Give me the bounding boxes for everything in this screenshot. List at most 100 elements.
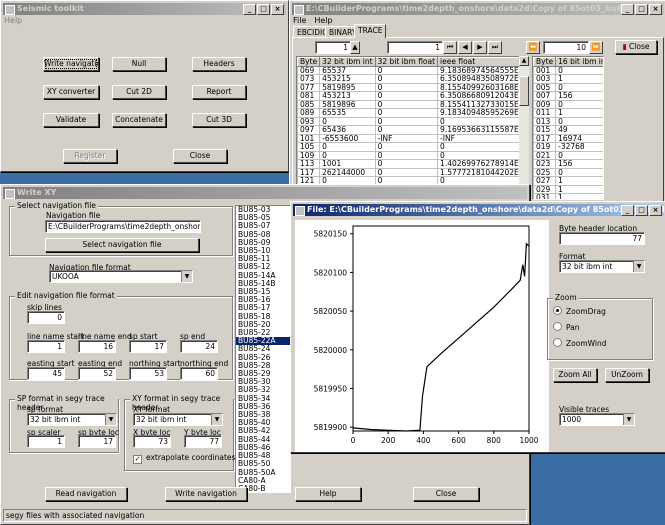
table-row[interactable]: 019 -32768 — [533, 142, 603, 152]
zoom-drag-radio[interactable]: ZoomDrag — [553, 306, 606, 316]
prev-range-icon[interactable]: ⏪ — [526, 41, 540, 54]
first-trace-icon[interactable]: ⏮ — [443, 41, 457, 54]
next-trace-icon[interactable]: ▶ — [473, 41, 487, 54]
toolkit-titlebar[interactable]: Seismic toolkit _ □ × — [3, 3, 286, 15]
minimize-icon[interactable]: _ — [621, 4, 634, 15]
chevron-down-icon[interactable]: ▼ — [633, 261, 644, 272]
plot-titlebar[interactable]: File: E:\CBuilderPrograms\time2depth_ons… — [293, 204, 664, 216]
write-navigation-button[interactable]: Write navigation — [43, 57, 99, 71]
report-button[interactable]: Report — [192, 85, 246, 99]
sp-format-select[interactable]: 32 bit ibm int ▼ — [27, 413, 117, 426]
prev-trace-icon[interactable]: ◀ — [458, 41, 472, 54]
segy-close-button[interactable]: ▮ Close — [615, 40, 657, 54]
cut-3d-button[interactable]: Cut 3D — [192, 113, 246, 127]
writexy-titlebar[interactable]: Write XY — [3, 187, 527, 199]
chevron-down-icon[interactable]: ▼ — [105, 414, 116, 425]
concatenate-button[interactable]: Concatenate — [112, 113, 166, 127]
xy-converter-button[interactable]: XY converter — [43, 85, 99, 99]
table-row[interactable]: 113100101.40269976278914E-42 — [297, 159, 519, 169]
sp-byte-loc-field[interactable]: 17 — [78, 435, 116, 448]
table-row[interactable]: 0976543609.16953663115587E-41 — [297, 125, 519, 135]
col-32bit-float[interactable]: 32 bit ibm float — [374, 57, 439, 67]
zoom-wind-radio[interactable]: ZoomWind — [553, 338, 606, 348]
trace-header-plot[interactable]: 0 200 400 600 800 1000 5819900 5819950 5820000 58… — [295, 220, 549, 452]
close-icon[interactable]: × — [271, 4, 284, 15]
writexy-close-button[interactable]: Close — [413, 487, 479, 501]
trace-index-field[interactable]: 1 — [387, 41, 443, 54]
table-row[interactable]: 011 1 — [533, 108, 603, 118]
col-32bit-int[interactable]: 32 bit ibm int — [319, 57, 376, 67]
last-trace-icon[interactable]: ⏭ — [488, 41, 502, 54]
chevron-down-icon[interactable]: ▼ — [623, 414, 634, 425]
zoom-all-button[interactable]: Zoom All — [553, 368, 597, 382]
pan-radio[interactable]: Pan — [553, 322, 580, 332]
maximize-icon[interactable]: □ — [635, 205, 648, 216]
northing-start-field[interactable]: 53 — [129, 367, 167, 380]
sp-start-field[interactable]: 17 — [129, 340, 167, 353]
northing-end-field[interactable]: 60 — [180, 367, 218, 380]
table-row[interactable]: 003 1 — [533, 74, 603, 84]
nav-format-select[interactable]: UKOOA ▼ — [49, 270, 193, 283]
menu-help[interactable]: Help — [4, 16, 22, 25]
close-icon[interactable]: × — [649, 205, 662, 216]
minimize-icon[interactable]: _ — [621, 205, 634, 216]
select-nav-file-button[interactable]: Select navigation file — [45, 238, 199, 252]
table-row[interactable]: 07345321506.35089483508972E-40 — [297, 74, 519, 84]
validate-button[interactable]: Validate — [43, 113, 99, 127]
sp-end-field[interactable]: 24 — [180, 340, 218, 353]
table-row[interactable]: 0896553509.18340948595269E-41 — [297, 108, 519, 118]
header-index-spin-icon[interactable]: ▲ — [350, 41, 360, 54]
col-ieee-float[interactable]: ieee float — [437, 57, 519, 67]
line-name-start-field[interactable]: 1 — [27, 340, 65, 353]
table-row[interactable]: 023 156 — [533, 159, 603, 169]
close-icon[interactable]: × — [649, 4, 662, 15]
x-byte-loc-field[interactable]: 73 — [133, 435, 171, 448]
headers-button[interactable]: Headers — [192, 57, 246, 71]
sp-scaler-field[interactable]: 1 — [27, 435, 65, 448]
col-16bit-int[interactable]: 16 bit ibm int — [555, 57, 603, 67]
line-name-end-field[interactable]: 16 — [78, 340, 116, 353]
next-range-icon[interactable]: ⏩ — [589, 41, 603, 54]
easting-end-field[interactable]: 52 — [78, 367, 116, 380]
col-byte[interactable]: Byte — [297, 57, 321, 67]
chevron-down-icon[interactable]: ▼ — [181, 271, 192, 282]
table-row[interactable]: 105 0 0 0 — [297, 142, 519, 152]
tab-trace[interactable]: TRACE — [354, 24, 387, 38]
format-select[interactable]: 32 bit ibm int ▼ — [559, 260, 645, 273]
easting-start-field[interactable]: 45 — [27, 367, 65, 380]
table-row[interactable]: 031 1 — [533, 193, 603, 199]
table-row[interactable]: 101 -6553600 -INF -INF — [297, 133, 519, 143]
table-row[interactable]: 015 49 — [533, 125, 603, 135]
skip-lines-field[interactable]: 0 — [27, 311, 65, 324]
visible-traces-select[interactable]: 1000 ▼ — [559, 413, 635, 426]
range-start-field[interactable]: 10 — [543, 41, 589, 54]
maximize-icon[interactable]: □ — [635, 4, 648, 15]
null-button[interactable]: Null — [112, 57, 166, 71]
read-navigation-button[interactable]: Read navigation — [45, 487, 127, 501]
header-index-field[interactable]: 1 — [315, 41, 351, 54]
y-byte-loc-field[interactable]: 77 — [184, 435, 222, 448]
scroll-up-icon[interactable]: ▲ — [519, 56, 529, 66]
table-row[interactable]: 007 156 — [533, 91, 603, 101]
chevron-down-icon[interactable]: ▼ — [211, 414, 222, 425]
table-scrollbar[interactable]: ▲ ▼ — [519, 56, 529, 198]
byte-header-field[interactable]: 77 — [559, 232, 645, 245]
toolkit-close-button[interactable]: Close — [173, 149, 227, 163]
segy-titlebar[interactable]: E:\CBuilderPrograms\time2depth_onshore\d… — [292, 3, 664, 15]
nav-file-path-field[interactable]: E:\CBuilderPrograms\time2depth_onshore\d… — [45, 220, 201, 233]
checkmark-icon[interactable]: ✓ — [133, 455, 142, 464]
cut-2d-button[interactable]: Cut 2D — [112, 85, 166, 99]
menu-help[interactable]: Help — [314, 16, 332, 25]
maximize-icon[interactable]: □ — [257, 4, 270, 15]
xy-format-select[interactable]: 32 bit ibm int ▼ — [133, 413, 223, 426]
extrapolate-checkbox[interactable]: ✓ extrapolate coordinates — [133, 453, 235, 464]
table-row[interactable]: 08145321306.35086680912043E-40 — [297, 91, 519, 101]
minimize-icon[interactable]: _ — [243, 4, 256, 15]
unzoom-button[interactable]: UnZoom — [605, 368, 649, 382]
help-button[interactable]: Help — [295, 487, 361, 501]
table-row[interactable]: 11726214400001.57772181044202E-29 — [297, 167, 519, 177]
scroll-thumb[interactable] — [519, 76, 529, 106]
table-row[interactable]: 027 1 — [533, 176, 603, 186]
segy-file-list[interactable]: BU85-03 BU85-05 BU85-07 BU85-08 BU85-09 BU85-… — [235, 205, 291, 493]
col-byte-16[interactable]: Byte — [533, 57, 557, 67]
